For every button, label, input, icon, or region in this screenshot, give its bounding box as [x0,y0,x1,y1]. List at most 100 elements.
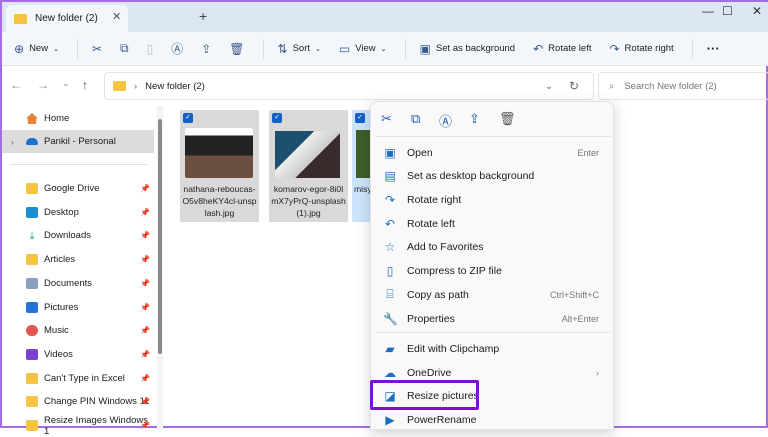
chevron-down-icon[interactable]: ⌄ [545,81,553,92]
rename-icon[interactable]: Ⓐ [439,111,452,130]
new-tab-button[interactable]: + [199,8,207,24]
checkbox-icon[interactable]: ✓ [272,113,282,123]
sidebar-item[interactable]: Desktop 📌 [2,201,154,224]
star-icon: ☆ [384,239,396,254]
pin-icon[interactable]: 📌 [140,374,150,383]
pin-icon[interactable]: 📌 [140,231,150,240]
paste-button[interactable]: ▯ [147,42,154,56]
rename-icon: Ⓐ [171,42,184,56]
folder-icon [26,254,38,266]
close-window-button[interactable]: ✕ [752,4,762,18]
menu-item[interactable]: ⌸ Copy as path Ctrl+Shift+C [375,283,609,306]
file-item[interactable]: ✓ komarov-egor-8i0lmX7yPrQ-unsplash (1).j… [269,110,348,222]
shortcut: Ctrl+Shift+C [549,289,599,300]
share-icon[interactable]: ⇪ [469,111,480,127]
file-item[interactable]: ✓ nathana-reboucas-O5v8heKY4cl-unsplash.j… [180,110,259,222]
command-bar: ⊕ New ⌄ ✂ ⧉ ▯ Ⓐ ⇪ 🗑 ⇅ Sort ⌄ ▭ View ⌄ ▣ Set as … [2,32,768,66]
back-icon[interactable]: ← [10,78,22,92]
tab-title: New folder (2) [35,13,98,24]
cut-button[interactable]: ✂ [92,42,102,56]
delete-button[interactable]: 🗑 [229,42,244,56]
sidebar-item-home[interactable]: Home [2,107,154,130]
copy-button[interactable]: ⧉ [120,41,129,56]
close-tab-icon[interactable]: ✕ [112,10,121,23]
copy-icon[interactable]: ⧉ [411,111,420,127]
sidebar-item[interactable]: Change PIN Windows 11 📌 [2,390,154,413]
pin-icon[interactable]: 📌 [140,184,150,193]
music-icon [26,325,38,337]
pictures-icon [26,301,38,313]
wrench-icon: 🔧 [383,311,398,326]
thumbnail-image [185,128,253,178]
checkbox-icon[interactable]: ✓ [355,113,365,123]
divider [404,38,406,59]
clipchamp-icon: ▰ [385,341,395,356]
recent-chevron-icon[interactable]: ⌄ [62,78,70,89]
rotate-right-icon: ↷ [609,41,620,56]
menu-item[interactable]: ☆ Add to Favorites [375,235,609,258]
divider [262,38,264,59]
view-button[interactable]: ▭ View ⌄ [339,42,387,56]
sidebar-item[interactable]: Videos 📌 [2,343,154,366]
menu-item[interactable]: ↷ Rotate right [375,188,609,211]
minimize-button[interactable]: — [702,4,714,18]
wallpaper-icon: ▣ [419,41,431,56]
up-icon[interactable]: ↑ [82,78,88,92]
trash-icon[interactable]: 🗑 [499,111,516,127]
more-button[interactable]: ··· [707,41,720,56]
menu-item[interactable]: ▯ Compress to ZIP file [375,259,609,282]
zip-icon: ▯ [386,263,394,278]
menu-item[interactable]: ▰ Edit with Clipchamp [375,337,609,360]
share-button[interactable]: ⇪ [201,42,211,56]
checkbox-icon[interactable]: ✓ [183,113,193,123]
pin-icon[interactable]: 📌 [140,255,150,264]
pin-icon[interactable]: 📌 [140,208,150,217]
trash-icon: 🗑 [229,41,245,56]
pin-icon[interactable]: 📌 [140,303,150,312]
menu-item[interactable]: 🔧 Properties Alt+Enter [375,307,609,330]
paste-icon: ▯ [146,41,154,56]
wallpaper-icon: ▤ [384,168,396,183]
sidebar-item[interactable]: ⤓ Downloads 📌 [2,224,154,247]
tab-new-folder[interactable]: New folder (2) [6,5,128,32]
rotate-right-button[interactable]: ↷ Rotate right [609,42,673,56]
sidebar-item[interactable]: Can't Type in Excel 📌 [2,367,154,390]
sort-button[interactable]: ⇅ Sort ⌄ [278,42,321,56]
rotate-left-button[interactable]: ↶ Rotate left [533,42,591,56]
copy-icon: ⧉ [120,41,129,55]
rotate-left-icon: ↶ [384,216,396,231]
maximize-button[interactable]: ☐ [722,4,733,18]
sidebar-item-onedrive[interactable]: › Pankil - Personal [2,130,154,153]
forward-icon[interactable]: → [37,78,49,92]
sidebar-item[interactable]: Google Drive 📌 [2,177,154,200]
refresh-icon[interactable]: ↻ [569,79,579,93]
sidebar-item[interactable]: Pictures 📌 [2,296,154,319]
set-background-button[interactable]: ▣ Set as background [420,42,516,56]
pin-icon[interactable]: 📌 [140,350,150,359]
sidebar-item[interactable]: Documents 📌 [2,272,154,295]
powerrename-icon: ▶ [385,412,395,427]
scrollbar-thumb[interactable] [158,119,162,354]
pin-icon[interactable]: 📌 [140,397,150,406]
pin-icon[interactable]: 📌 [140,326,150,335]
sidebar-item[interactable]: Articles 📌 [2,248,154,271]
address-bar[interactable]: › New folder (2) ⌄ ↻ [104,72,594,100]
divider [375,332,611,333]
menu-item[interactable]: ▣ Open Enter [375,141,609,164]
menu-item[interactable]: ▤ Set as desktop background [375,164,609,187]
pin-icon[interactable]: 📌 [140,421,150,430]
download-icon: ⤓ [29,230,35,243]
menu-item[interactable]: ↶ Rotate left [375,212,609,235]
cut-icon[interactable]: ✂ [381,111,392,127]
pin-icon[interactable]: 📌 [140,279,150,288]
file-item[interactable]: ✓misyCX [352,110,372,222]
search-input[interactable]: ⌕ Search New folder (2) [598,72,768,100]
sidebar-item[interactable]: Music 📌 [2,319,154,342]
rename-button[interactable]: Ⓐ [171,40,183,57]
rotate-right-icon: ↷ [384,192,396,207]
breadcrumb[interactable]: New folder (2) [145,81,205,92]
thumbnail-image [275,131,340,178]
new-button[interactable]: ⊕ New ⌄ [14,42,59,56]
shortcut: Alt+Enter [561,313,599,324]
sidebar-item[interactable]: Resize Images Windows 1 📌 [2,414,154,437]
